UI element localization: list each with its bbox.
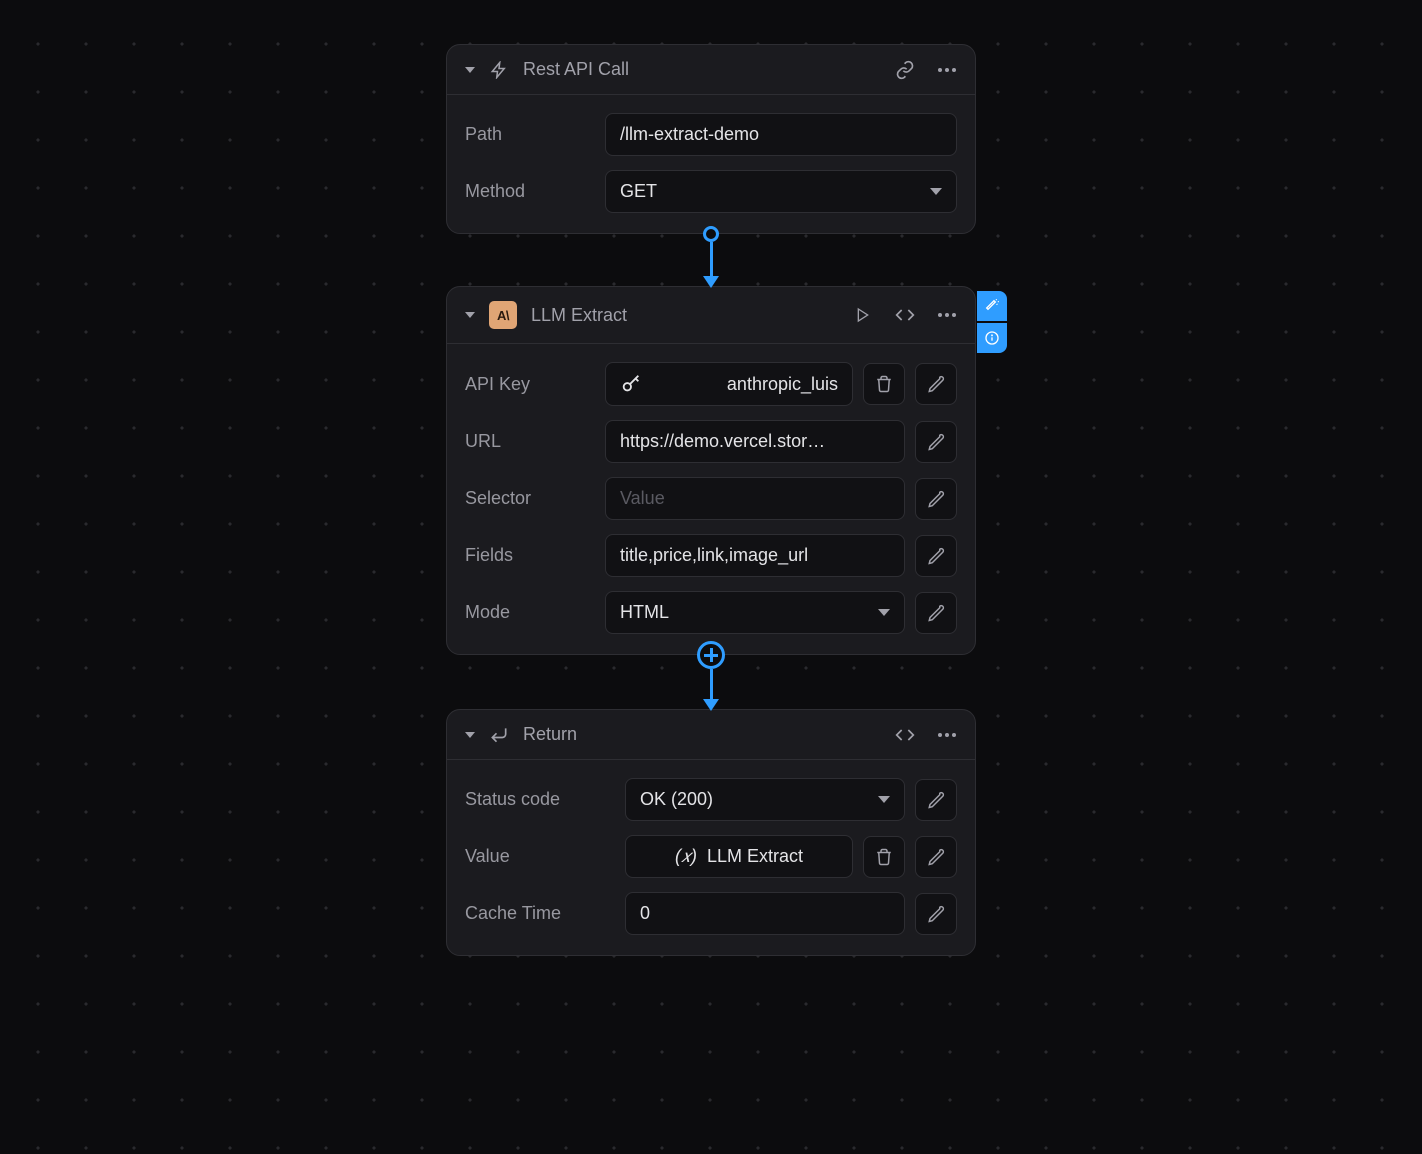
status-select[interactable]: OK (200): [625, 778, 905, 821]
node-llm-extract[interactable]: A\ LLM Extract API Key anthropic_luis: [446, 286, 976, 655]
connector: [703, 234, 719, 286]
connector: [697, 655, 725, 709]
pencil-icon: [927, 547, 945, 565]
pencil-icon: [927, 791, 945, 809]
cache-input[interactable]: 0: [625, 892, 905, 935]
cache-label: Cache Time: [465, 903, 615, 924]
code-icon[interactable]: [895, 305, 915, 325]
key-icon: [620, 373, 642, 395]
edit-button[interactable]: [915, 535, 957, 577]
url-input[interactable]: https://demo.vercel.stor…: [605, 420, 905, 463]
node-rest-api-call[interactable]: Rest API Call Path /llm-extract-demo Met…: [446, 44, 976, 234]
value-chip[interactable]: (𝑥) LLM Extract: [625, 835, 853, 878]
bolt-icon: [489, 60, 509, 80]
more-icon[interactable]: [937, 725, 957, 745]
apikey-label: API Key: [465, 374, 595, 395]
pencil-icon: [927, 375, 945, 393]
magic-wand-icon[interactable]: [977, 291, 1007, 321]
more-icon[interactable]: [937, 60, 957, 80]
edit-button[interactable]: [915, 421, 957, 463]
edit-button[interactable]: [915, 836, 957, 878]
status-label: Status code: [465, 789, 615, 810]
value-label: Value: [465, 846, 615, 867]
mode-label: Mode: [465, 602, 595, 623]
code-icon[interactable]: [895, 725, 915, 745]
pencil-icon: [927, 433, 945, 451]
mode-select[interactable]: HTML: [605, 591, 905, 634]
node-title: Rest API Call: [523, 59, 881, 80]
edit-button[interactable]: [915, 363, 957, 405]
edit-button[interactable]: [915, 779, 957, 821]
node-header: A\ LLM Extract: [447, 287, 975, 344]
edit-button[interactable]: [915, 893, 957, 935]
method-label: Method: [465, 181, 595, 202]
selector-input[interactable]: Value: [605, 477, 905, 520]
output-port[interactable]: [703, 226, 719, 242]
side-badges: [977, 291, 1007, 353]
return-icon: [489, 725, 509, 745]
pencil-icon: [927, 490, 945, 508]
node-title: LLM Extract: [531, 305, 839, 326]
edit-button[interactable]: [915, 478, 957, 520]
apikey-chip[interactable]: anthropic_luis: [605, 362, 853, 406]
trash-icon: [875, 848, 893, 866]
delete-button[interactable]: [863, 363, 905, 405]
node-header: Return: [447, 710, 975, 760]
method-select[interactable]: GET: [605, 170, 957, 213]
edit-button[interactable]: [915, 592, 957, 634]
chevron-down-icon: [930, 188, 942, 195]
link-icon[interactable]: [895, 60, 915, 80]
more-icon[interactable]: [937, 305, 957, 325]
arrow-down-icon: [703, 276, 719, 288]
chevron-down-icon: [878, 609, 890, 616]
pencil-icon: [927, 848, 945, 866]
delete-button[interactable]: [863, 836, 905, 878]
node-title: Return: [523, 724, 881, 745]
fields-input[interactable]: title,price,link,image_url: [605, 534, 905, 577]
arrow-down-icon: [703, 699, 719, 711]
trash-icon: [875, 375, 893, 393]
path-input[interactable]: /llm-extract-demo: [605, 113, 957, 156]
pencil-icon: [927, 905, 945, 923]
add-node-button[interactable]: [697, 641, 725, 669]
anthropic-logo-icon: A\: [489, 301, 517, 329]
node-header: Rest API Call: [447, 45, 975, 95]
variable-icon: (𝑥): [675, 846, 697, 867]
selector-label: Selector: [465, 488, 595, 509]
info-icon[interactable]: [977, 323, 1007, 353]
play-icon[interactable]: [853, 305, 873, 325]
url-label: URL: [465, 431, 595, 452]
collapse-caret-icon[interactable]: [465, 732, 475, 738]
node-return[interactable]: Return Status code OK (200) Value: [446, 709, 976, 956]
path-label: Path: [465, 124, 595, 145]
fields-label: Fields: [465, 545, 595, 566]
pencil-icon: [927, 604, 945, 622]
workflow-flow: Rest API Call Path /llm-extract-demo Met…: [441, 44, 981, 956]
collapse-caret-icon[interactable]: [465, 312, 475, 318]
collapse-caret-icon[interactable]: [465, 67, 475, 73]
chevron-down-icon: [878, 796, 890, 803]
